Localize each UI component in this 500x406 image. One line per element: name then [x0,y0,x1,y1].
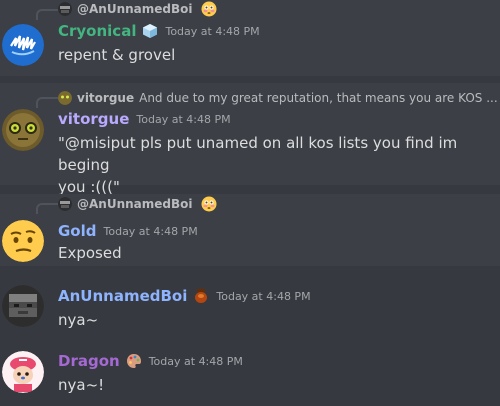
message-dragon: Dragon Today at 4:48 PM nya~! [0,342,500,406]
timestamp: Today at 4:48 PM [103,224,198,238]
message-content: nya~ [58,311,99,329]
reply-spine [36,203,58,214]
message-cryonical: @AnUnnamedBoi Cryonical Today at 4:48 PM… [0,0,500,76]
avatar-vitorgue[interactable] [2,109,44,151]
reply-avatar [58,197,72,211]
reply-preview[interactable]: @AnUnnamedBoi [58,0,217,18]
timestamp: Today at 4:48 PM [148,354,243,368]
username-gold[interactable]: Gold [58,222,97,240]
reply-avatar [58,2,72,16]
flushed-emoji-icon [201,1,216,17]
message-header: Cryonical Today at 4:48 PM [58,22,260,40]
message-header: vitorgue Today at 4:48 PM [58,110,231,128]
message-header: Gold Today at 4:48 PM [58,222,198,240]
reply-author[interactable]: @AnUnnamedBoi [77,197,193,211]
reply-preview[interactable]: @AnUnnamedBoi [58,195,217,213]
reply-spine [36,97,58,108]
reply-spine [36,9,58,20]
message-anunnamedboi: AnUnnamedBoi Today at 4:48 PM nya~ [0,276,500,336]
timestamp: Today at 4:48 PM [165,24,260,38]
username-anunnamedboi[interactable]: AnUnnamedBoi [58,287,187,305]
username-cryonical[interactable]: Cryonical [58,22,136,40]
message-gold: @AnUnnamedBoi Gold Today at 4:48 PM Expo… [0,194,500,266]
reply-author[interactable]: vitorgue [77,91,134,105]
palette-emoji-icon [126,354,141,368]
message-header: AnUnnamedBoi Today at 4:48 PM [58,287,311,305]
reply-author[interactable]: @AnUnnamedBoi [77,2,193,16]
avatar-cryonical[interactable] [2,24,44,66]
reply-preview[interactable]: vitorgue And due to my great reputation,… [58,89,498,107]
message-content: nya~! [58,376,105,394]
username-dragon[interactable]: Dragon [58,352,120,370]
message-content: repent & grovel [58,46,176,64]
timestamp: Today at 4:48 PM [136,112,231,126]
message-content: "@misiput pls put unamed on all kos list… [58,134,458,196]
ice-cube-icon [143,24,158,38]
flushed-emoji-icon [201,196,216,212]
reply-avatar [58,91,72,105]
message-header: Dragon Today at 4:48 PM [58,352,243,370]
timestamp: Today at 4:48 PM [216,289,311,303]
reply-text: And due to my great reputation, that mea… [139,91,498,105]
message-content: Exposed [58,244,122,262]
pot-emoji-icon [195,289,208,303]
avatar-gold[interactable] [2,220,44,262]
avatar-dragon[interactable] [2,351,44,393]
username-vitorgue[interactable]: vitorgue [58,110,129,128]
message-vitorgue: vitorgue And due to my great reputation,… [0,83,500,196]
avatar-anunnamedboi[interactable] [2,285,44,327]
